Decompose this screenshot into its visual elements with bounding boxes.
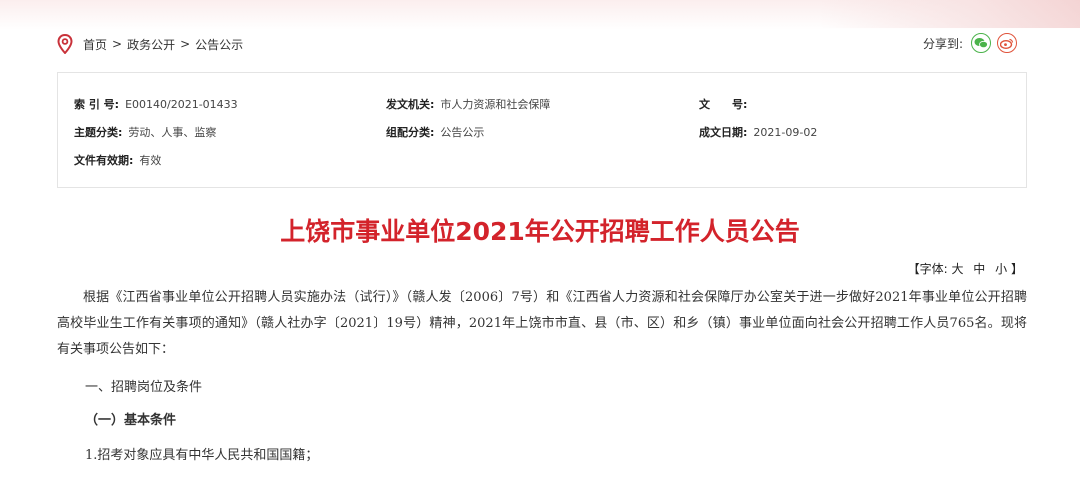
article-title: 上饶市事业单位2021年公开招聘工作人员公告 <box>280 217 800 246</box>
breadcrumb-separator: > <box>180 37 191 51</box>
meta-issuer: 发文机关: 市人力资源和社会保障 <box>386 98 551 111</box>
breadcrumb-gov-affairs[interactable]: 政务公开 <box>127 36 175 53</box>
meta-date: 成文日期: 2021-09-02 <box>699 126 818 139</box>
meta-index-number: 索 引 号: E00140/2021-01433 <box>74 98 238 111</box>
weibo-share-button[interactable] <box>997 33 1017 53</box>
breadcrumb-announcements[interactable]: 公告公示 <box>195 36 243 53</box>
wechat-share-button[interactable] <box>971 33 991 53</box>
breadcrumb-home[interactable]: 首页 <box>83 36 107 53</box>
meta-validity: 文件有效期: 有效 <box>74 154 162 167</box>
header-ornament <box>820 0 1080 28</box>
section-heading: 一、招聘岗位及条件 <box>85 380 203 395</box>
font-size-prefix: 【字体: <box>907 262 948 276</box>
font-size-switcher: 【字体: 大 中 小 】 <box>908 260 1023 277</box>
breadcrumb-separator: > <box>112 37 123 51</box>
article-body: 根据《江西省事业单位公开招聘人员实施办法（试行）》（赣人发〔2006〕7号）和《… <box>57 285 1027 363</box>
font-size-suffix: 】 <box>1010 262 1023 276</box>
share-label: 分享到: <box>922 36 963 51</box>
meta-document-number: 文 号: <box>699 98 748 111</box>
document-metadata-panel: 索 引 号: E00140/2021-01433 发文机关: 市人力资源和社会保障 … <box>57 72 1027 188</box>
meta-subject: 主题分类: 劳动、人事、监察 <box>74 126 217 139</box>
breadcrumb: 首页 > 政务公开 > 公告公示 <box>57 34 243 54</box>
share-bar: 分享到: <box>923 32 1017 54</box>
paragraph-intro: 根据《江西省事业单位公开招聘人员实施办法（试行）》（赣人发〔2006〕7号）和《… <box>57 290 1027 357</box>
meta-group: 组配分类: 公告公示 <box>386 126 485 139</box>
font-size-large-button[interactable]: 大 <box>951 262 963 276</box>
top-decoration <box>0 0 1080 30</box>
wechat-icon <box>974 38 988 49</box>
font-size-medium-button[interactable]: 中 <box>973 262 985 276</box>
weibo-icon <box>1000 38 1014 49</box>
list-item: 1.招考对象应具有中华人民共和国国籍； <box>85 448 319 463</box>
font-size-small-button[interactable]: 小 <box>995 262 1007 276</box>
location-pin-icon <box>57 34 73 54</box>
subsection-heading: （一）基本条件 <box>85 413 177 428</box>
